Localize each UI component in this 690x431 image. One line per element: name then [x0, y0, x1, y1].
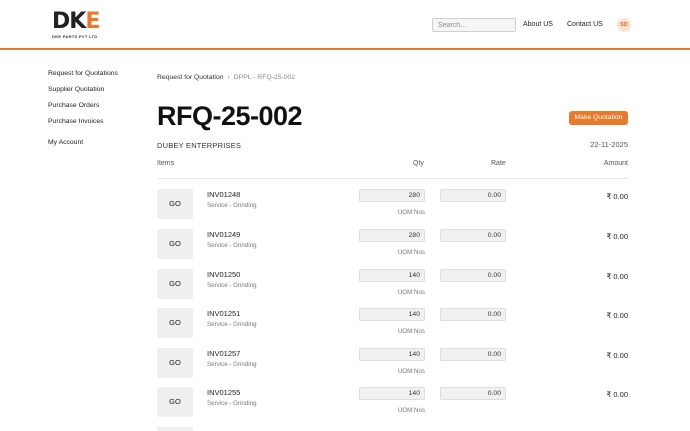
table-row: GO INV01251 Service - Grinding 140 UOM:N… — [157, 308, 628, 348]
column-header-amount: Amount — [603, 160, 628, 167]
item-thumbnail[interactable]: GO — [157, 387, 193, 417]
item-description: Service - Grinding — [207, 361, 257, 368]
item-thumbnail[interactable]: GO — [157, 348, 193, 378]
amount-value: ₹ 0.00 — [606, 272, 628, 281]
rate-field[interactable]: 0.00 — [440, 348, 506, 361]
item-code: INV01250 — [207, 270, 241, 279]
uom-label: UOM:Nos — [397, 209, 425, 216]
item-description: Service - Grinding — [207, 202, 257, 209]
item-code: INV01257 — [207, 349, 241, 358]
item-thumbnail[interactable]: GO — [157, 229, 193, 259]
uom-label: UOM:Nos — [397, 407, 425, 414]
item-thumbnail[interactable]: GO — [157, 308, 193, 338]
item-thumbnail[interactable]: GO — [157, 269, 193, 299]
column-header-items: Items — [157, 160, 175, 167]
rfq-date: 22-11-2025 — [590, 140, 628, 149]
item-code: INV01255 — [207, 388, 241, 397]
sidebar-item-my-account[interactable]: My Account — [48, 138, 158, 154]
nav-about-us[interactable]: About US — [523, 21, 553, 28]
breadcrumb-current: DPPL - RFQ-25-002 — [233, 74, 296, 81]
table-row: GO INV01257 Service - Grinding 140 UOM:N… — [157, 348, 628, 388]
qty-field[interactable]: 140 — [359, 348, 425, 361]
item-code: INV01249 — [207, 230, 241, 239]
qty-field[interactable]: 140 — [359, 269, 425, 282]
rate-field[interactable]: 0.00 — [440, 189, 506, 202]
table-row: GO INV01248 Service - Grinding 280 UOM:N… — [157, 189, 628, 229]
rate-field[interactable]: 0.00 — [440, 387, 506, 400]
supplier-name: DUBEY ENTERPRISES — [157, 141, 242, 150]
uom-label: UOM:Nos — [397, 249, 425, 256]
logo-wordmark: DKE — [52, 9, 100, 34]
item-description: Service - Grinding — [207, 242, 257, 249]
uom-label: UOM:Nos — [397, 328, 425, 335]
amount-value: ₹ 0.00 — [606, 390, 628, 399]
column-header-rate: Rate — [491, 160, 506, 167]
item-description: Service - Grinding — [207, 321, 257, 328]
sidebar-item-request-for-quotations[interactable]: Request for Quotations — [48, 69, 158, 85]
sidebar-item-purchase-orders[interactable]: Purchase Orders — [48, 101, 158, 117]
item-code: INV01248 — [207, 190, 241, 199]
user-avatar[interactable]: SD — [617, 18, 631, 32]
rate-field[interactable]: 0.00 — [440, 269, 506, 282]
header-divider — [157, 178, 628, 179]
item-description: Service - Grinding — [207, 282, 257, 289]
sidebar-item-purchase-invoices[interactable]: Purchase Invoices — [48, 117, 158, 133]
column-header-qty: Qty — [413, 160, 424, 167]
table-row: GO INV01250 Service - Grinding 140 UOM:N… — [157, 269, 628, 309]
chevron-right-icon: › — [227, 74, 230, 81]
item-description: Service - Grinding — [207, 400, 257, 407]
item-code: INV01251 — [207, 309, 241, 318]
table-row: GO INV01249 Service - Grinding 280 UOM:N… — [157, 229, 628, 269]
breadcrumb: Request for Quotation › DPPL - RFQ-25-002 — [157, 74, 295, 81]
breadcrumb-parent[interactable]: Request for Quotation — [157, 74, 224, 81]
amount-value: ₹ 0.00 — [606, 351, 628, 360]
rate-field[interactable]: 0.00 — [440, 229, 506, 242]
qty-field[interactable]: 140 — [359, 308, 425, 321]
logo-subtitle: DKE PARTS PVT LTD — [52, 34, 98, 39]
uom-label: UOM:Nos — [397, 289, 425, 296]
dke-logo[interactable]: DKE DKE PARTS PVT LTD — [52, 11, 102, 41]
amount-value: ₹ 0.00 — [606, 232, 628, 241]
amount-value: ₹ 0.00 — [606, 192, 628, 201]
page-title: RFQ-25-002 — [157, 101, 303, 131]
amount-value: ₹ 0.00 — [606, 311, 628, 320]
search-input[interactable] — [432, 18, 516, 32]
sidebar: Request for Quotations Supplier Quotatio… — [48, 69, 158, 154]
rate-field[interactable]: 0.00 — [440, 308, 506, 321]
item-thumbnail[interactable]: GO — [157, 189, 193, 219]
top-header: DKE DKE PARTS PVT LTD About US Contact U… — [0, 0, 690, 50]
item-thumbnail[interactable] — [157, 427, 193, 431]
qty-field[interactable]: 280 — [359, 229, 425, 242]
table-row: GO INV01255 Service - Grinding 140 UOM:N… — [157, 387, 628, 427]
qty-field[interactable]: 140 — [359, 387, 425, 400]
uom-label: UOM:Nos — [397, 368, 425, 375]
nav-contact-us[interactable]: Contact US — [567, 21, 603, 28]
sidebar-item-supplier-quotation[interactable]: Supplier Quotation — [48, 85, 158, 101]
make-quotation-button[interactable]: Make Quotation — [569, 111, 628, 125]
qty-field[interactable]: 280 — [359, 189, 425, 202]
table-row-partial — [157, 427, 628, 431]
